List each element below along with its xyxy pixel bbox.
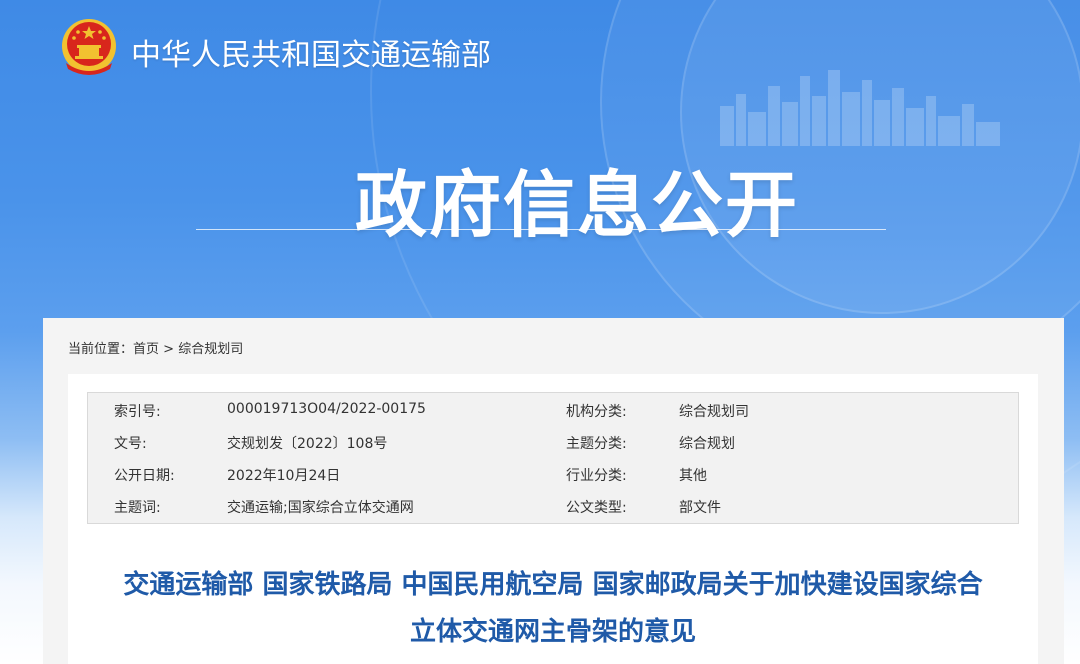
article-title: 交通运输部 国家铁路局 中国民用航空局 国家邮政局关于加快建设国家综合 立体交通… xyxy=(68,562,1038,656)
meta-key-keywords: 主题词: xyxy=(114,500,161,516)
meta-value-keywords: 交通运输;国家综合立体交通网 xyxy=(227,500,414,516)
meta-key-doctype: 公文类型: xyxy=(566,500,627,516)
metadata-row: 文号: 交规划发〔2022〕108号 主题分类: 综合规划 xyxy=(88,427,1020,457)
breadcrumb: 当前位置：首页 > 综合规划司 xyxy=(68,338,243,357)
metadata-table: 索引号: 000019713O04/2022-00175 机构分类: 综合规划司… xyxy=(87,392,1019,524)
meta-value-date: 2022年10月24日 xyxy=(227,468,341,484)
breadcrumb-separator: > xyxy=(163,342,175,357)
site-name: 中华人民共和国交通运输部 xyxy=(131,38,491,73)
meta-key-docno: 文号: xyxy=(114,436,147,452)
meta-value-industry: 其他 xyxy=(679,468,707,484)
metadata-row: 索引号: 000019713O04/2022-00175 机构分类: 综合规划司 xyxy=(88,395,1020,425)
content-panel: 当前位置：首页 > 综合规划司 索引号: 000019713O04/2022-0… xyxy=(43,318,1064,664)
section-title: 政府信息公开 xyxy=(355,163,800,247)
meta-key-date: 公开日期: xyxy=(114,468,175,484)
meta-key-topic: 主题分类: xyxy=(566,436,627,452)
meta-key-org: 机构分类: xyxy=(566,404,627,420)
breadcrumb-label: 当前位置： xyxy=(68,342,134,357)
title-underline xyxy=(196,229,886,230)
city-skyline-icon xyxy=(720,70,1000,146)
meta-value-topic: 综合规划 xyxy=(679,436,735,452)
breadcrumb-home-link[interactable]: 首页 xyxy=(133,342,159,357)
metadata-row: 公开日期: 2022年10月24日 行业分类: 其他 xyxy=(88,459,1020,489)
meta-value-docno: 交规划发〔2022〕108号 xyxy=(227,436,388,452)
meta-value-doctype: 部文件 xyxy=(679,500,721,516)
meta-value-org: 综合规划司 xyxy=(679,404,749,420)
article-container: 索引号: 000019713O04/2022-00175 机构分类: 综合规划司… xyxy=(68,374,1038,664)
meta-key-index: 索引号: xyxy=(114,404,161,420)
article-title-line1: 交通运输部 国家铁路局 中国民用航空局 国家邮政局关于加快建设国家综合 xyxy=(123,570,983,600)
meta-value-index: 000019713O04/2022-00175 xyxy=(227,401,426,417)
breadcrumb-current-link[interactable]: 综合规划司 xyxy=(178,342,243,357)
national-emblem-icon xyxy=(62,19,116,75)
metadata-row: 主题词: 交通运输;国家综合立体交通网 公文类型: 部文件 xyxy=(88,491,1020,521)
meta-key-industry: 行业分类: xyxy=(566,468,627,484)
article-title-line2: 立体交通网主骨架的意见 xyxy=(409,617,696,647)
